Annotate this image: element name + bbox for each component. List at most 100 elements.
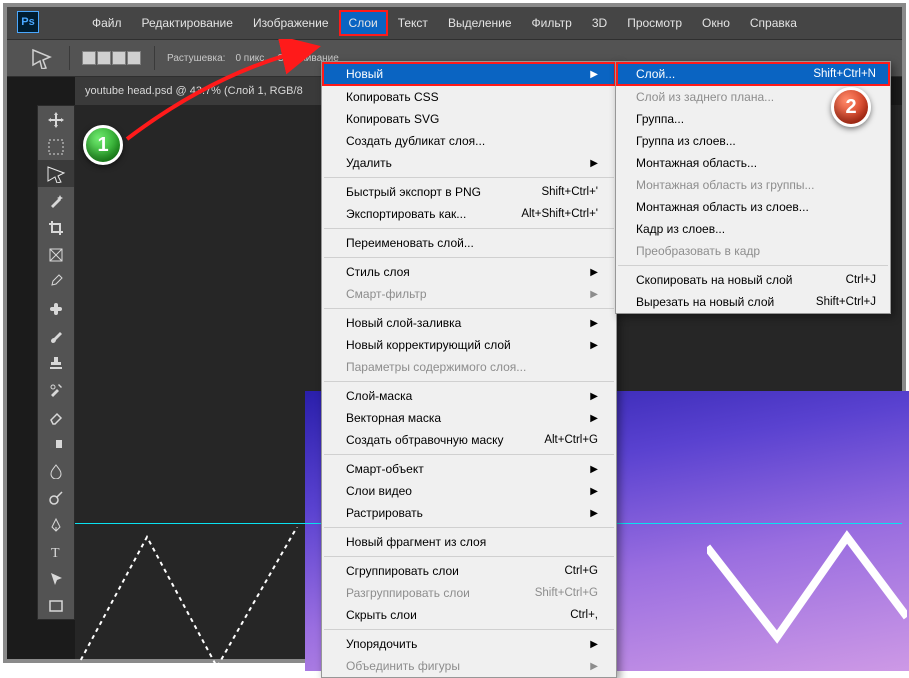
- feather-label: Растушевка:: [167, 53, 225, 64]
- tool-preset-icon[interactable]: [25, 44, 57, 72]
- submenu-item-label: Скопировать на новый слой: [636, 273, 846, 287]
- tool-move[interactable]: [38, 106, 74, 133]
- selection-marquee: [77, 527, 307, 667]
- mode-sub-icon[interactable]: [112, 51, 126, 65]
- tool-gradient[interactable]: [38, 430, 74, 457]
- menu-filter[interactable]: Фильтр: [522, 10, 582, 36]
- menu-item-label: Смарт-фильтр: [346, 287, 588, 301]
- mode-new-icon[interactable]: [82, 51, 96, 65]
- menu-separator: [324, 454, 614, 455]
- tool-lasso[interactable]: [38, 160, 74, 187]
- menu-layers[interactable]: Слои: [339, 10, 388, 36]
- menu-item[interactable]: Упорядочить▶: [322, 633, 616, 655]
- menu-item-label: Слой-маска: [346, 389, 588, 403]
- tool-crop[interactable]: [38, 214, 74, 241]
- feather-value[interactable]: 0 пикс.: [235, 53, 267, 64]
- tool-brush[interactable]: [38, 322, 74, 349]
- submenu-item[interactable]: Монтажная область из слоев...: [616, 196, 890, 218]
- menu-item[interactable]: Скрыть слоиCtrl+,: [322, 604, 616, 626]
- tool-eyedropper[interactable]: [38, 268, 74, 295]
- submenu-item[interactable]: Вырезать на новый слойShift+Ctrl+J: [616, 291, 890, 313]
- menu-item[interactable]: Слои видео▶: [322, 480, 616, 502]
- tool-type[interactable]: T: [38, 538, 74, 565]
- tool-heal[interactable]: [38, 295, 74, 322]
- menu-item-shortcut: Ctrl+G: [564, 565, 598, 577]
- menu-item[interactable]: Создать дубликат слоя...: [322, 130, 616, 152]
- menu-item-label: Быстрый экспорт в PNG: [346, 185, 541, 199]
- tool-dodge[interactable]: [38, 484, 74, 511]
- menu-item-label: Новый: [346, 67, 588, 81]
- menu-window[interactable]: Окно: [692, 10, 740, 36]
- tool-eraser[interactable]: [38, 403, 74, 430]
- menu-item[interactable]: Стиль слоя▶: [322, 261, 616, 283]
- menu-item: Смарт-фильтр▶: [322, 283, 616, 305]
- menu-item[interactable]: Новый фрагмент из слоя: [322, 531, 616, 553]
- menu-item-shortcut: Shift+Ctrl+G: [535, 587, 598, 599]
- menu-item[interactable]: Быстрый экспорт в PNGShift+Ctrl+': [322, 181, 616, 203]
- menu-item-label: Растрировать: [346, 506, 588, 520]
- menu-image[interactable]: Изображение: [243, 10, 339, 36]
- menu-item[interactable]: Новый слой-заливка▶: [322, 312, 616, 334]
- canvas-shape: [707, 527, 907, 647]
- menu-item[interactable]: Удалить▶: [322, 152, 616, 174]
- tool-stamp[interactable]: [38, 349, 74, 376]
- menu-separator: [324, 556, 614, 557]
- menu-text[interactable]: Текст: [388, 10, 438, 36]
- menu-item[interactable]: Векторная маска▶: [322, 407, 616, 429]
- menu-item-label: Удалить: [346, 156, 588, 170]
- document-tab[interactable]: youtube head.psd @ 43.7% (Слой 1, RGB/8: [75, 77, 335, 105]
- submenu-arrow-icon: ▶: [588, 413, 598, 424]
- menu-item[interactable]: Слой-маска▶: [322, 385, 616, 407]
- tool-frame[interactable]: [38, 241, 74, 268]
- menu-item-label: Копировать SVG: [346, 112, 598, 126]
- menu-item-label: Упорядочить: [346, 637, 588, 651]
- menu-item[interactable]: Новый корректирующий слой▶: [322, 334, 616, 356]
- submenu-item[interactable]: Монтажная область...: [616, 152, 890, 174]
- tool-wand[interactable]: [38, 187, 74, 214]
- menu-item[interactable]: Новый▶: [322, 62, 616, 86]
- svg-text:T: T: [51, 546, 60, 560]
- menu-item[interactable]: Растрировать▶: [322, 502, 616, 524]
- tool-blur[interactable]: [38, 457, 74, 484]
- menu-edit[interactable]: Редактирование: [132, 10, 243, 36]
- menu-separator: [324, 177, 614, 178]
- tool-marquee[interactable]: [38, 133, 74, 160]
- menu-separator: [324, 629, 614, 630]
- app-frame: Ps Файл Редактирование Изображение Слои …: [3, 3, 906, 663]
- menu-file[interactable]: Файл: [82, 10, 132, 36]
- submenu-item: Монтажная область из группы...: [616, 174, 890, 196]
- mode-intersect-icon[interactable]: [127, 51, 141, 65]
- submenu-item-label: Монтажная область...: [636, 156, 876, 170]
- menu-help[interactable]: Справка: [740, 10, 807, 36]
- menu-separator: [324, 381, 614, 382]
- menu-item[interactable]: Переименовать слой...: [322, 232, 616, 254]
- tool-shape[interactable]: [38, 592, 74, 619]
- mode-add-icon[interactable]: [97, 51, 111, 65]
- submenu-item[interactable]: Группа из слоев...: [616, 130, 890, 152]
- submenu-item-label: Преобразовать в кадр: [636, 244, 876, 258]
- menu-select[interactable]: Выделение: [438, 10, 522, 36]
- tool-path-select[interactable]: [38, 565, 74, 592]
- tool-pen[interactable]: [38, 511, 74, 538]
- menu-item[interactable]: Копировать CSS: [322, 86, 616, 108]
- submenu-arrow-icon: ▶: [588, 391, 598, 402]
- submenu-arrow-icon: ▶: [588, 639, 598, 650]
- menu-separator: [324, 228, 614, 229]
- menu-item[interactable]: Создать обтравочную маскуAlt+Ctrl+G: [322, 429, 616, 451]
- submenu-item[interactable]: Скопировать на новый слойCtrl+J: [616, 269, 890, 291]
- submenu-arrow-icon: ▶: [588, 340, 598, 351]
- menu-item[interactable]: Экспортировать как...Alt+Shift+Ctrl+': [322, 203, 616, 225]
- menu-3d[interactable]: 3D: [582, 10, 617, 36]
- submenu-item-label: Монтажная область из слоев...: [636, 200, 876, 214]
- menu-item[interactable]: Копировать SVG: [322, 108, 616, 130]
- menu-view[interactable]: Просмотр: [617, 10, 692, 36]
- submenu-item[interactable]: Кадр из слоев...: [616, 218, 890, 240]
- separator: [69, 46, 70, 70]
- menu-item-label: Векторная маска: [346, 411, 588, 425]
- submenu-item[interactable]: Слой...Shift+Ctrl+N: [616, 62, 890, 86]
- menu-item[interactable]: Сгруппировать слоиCtrl+G: [322, 560, 616, 582]
- menu-item-label: Скрыть слои: [346, 608, 570, 622]
- submenu-arrow-icon: ▶: [588, 267, 598, 278]
- tool-history-brush[interactable]: [38, 376, 74, 403]
- menu-item[interactable]: Смарт-объект▶: [322, 458, 616, 480]
